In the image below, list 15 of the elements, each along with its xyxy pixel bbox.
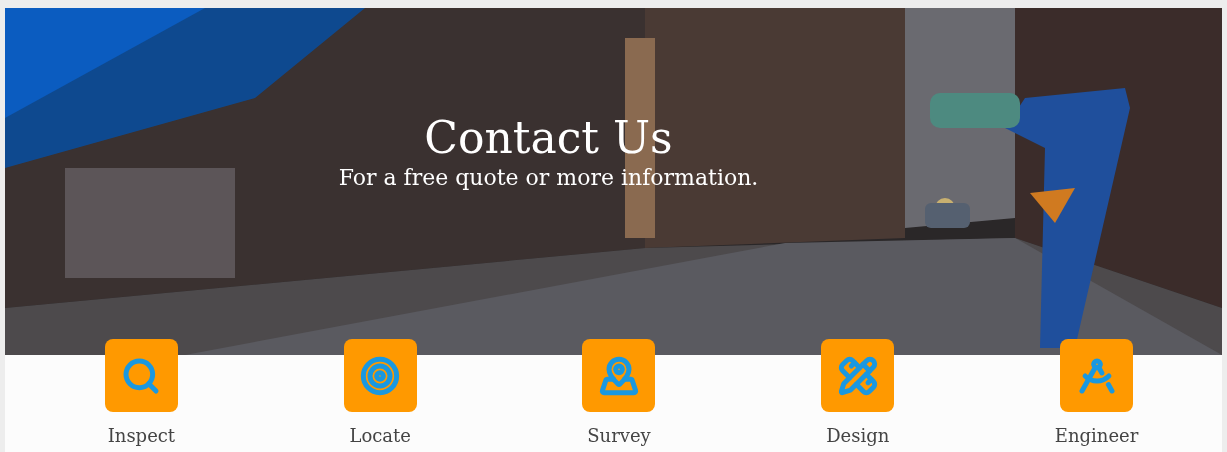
hero-subtitle: For a free quote or more information. — [338, 164, 759, 192]
hero-title: Contact Us — [424, 112, 673, 164]
pencil-ruler-icon — [837, 355, 878, 396]
compass-tile[interactable] — [1060, 339, 1134, 412]
target-tile[interactable] — [343, 339, 417, 412]
search-tile[interactable] — [104, 339, 178, 412]
pencil-ruler-tile[interactable] — [821, 339, 895, 412]
service-label: Survey — [587, 424, 651, 448]
service-label: Engineer — [1054, 424, 1139, 448]
target-icon — [360, 355, 401, 396]
service-label: Design — [826, 424, 890, 448]
service-label: Locate — [349, 424, 411, 448]
map-tile[interactable] — [582, 339, 656, 412]
service-label: Inspect — [107, 424, 176, 448]
map-icon — [599, 355, 639, 396]
